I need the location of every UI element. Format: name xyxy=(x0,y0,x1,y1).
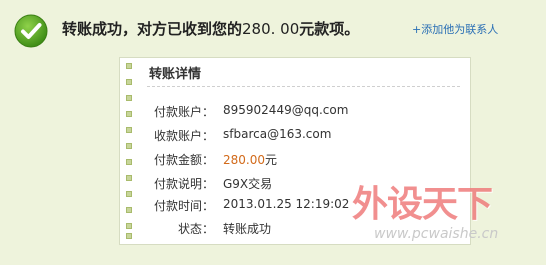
payment-amount-unit: 元 xyxy=(265,153,278,167)
payer-account-label: 付款账户： xyxy=(153,105,214,119)
success-amount: 280. 00 xyxy=(242,20,300,38)
heading-divider xyxy=(147,86,460,87)
payee-account-label: 收款账户： xyxy=(153,129,214,143)
payment-time-value: 2013.01.25 12:19:02 xyxy=(223,197,350,211)
payment-note-label: 付款说明： xyxy=(153,177,214,191)
status-label: 状态： xyxy=(177,222,214,236)
success-title: 转账成功，对方已收到您的280. 00元款项。 xyxy=(62,18,359,39)
payer-account-value: 895902449@qq.com xyxy=(223,103,349,117)
success-title-prefix: 转账成功，对方已收到您的 xyxy=(62,20,243,38)
check-icon xyxy=(14,14,48,48)
payment-amount-number: 280.00 xyxy=(223,153,265,167)
add-contact-link[interactable]: +添加他为联系人 xyxy=(412,21,498,37)
watermark-logo: 外设天下 xyxy=(352,184,493,225)
card-heading: 转账详情 xyxy=(149,67,202,82)
payment-note-value: G9X交易 xyxy=(223,177,273,191)
payment-amount-label: 付款金额： xyxy=(153,153,214,167)
watermark-url: www.pcwaishe.cn xyxy=(374,226,499,242)
payment-amount-value: 280.00元 xyxy=(223,151,277,168)
success-title-suffix: 元款项。 xyxy=(299,20,360,38)
status-value: 转账成功 xyxy=(223,222,272,236)
payee-account-value: sfbarca@163.com xyxy=(223,127,332,141)
payment-time-label: 付款时间： xyxy=(153,199,214,213)
decorative-dot-strip xyxy=(126,63,134,239)
